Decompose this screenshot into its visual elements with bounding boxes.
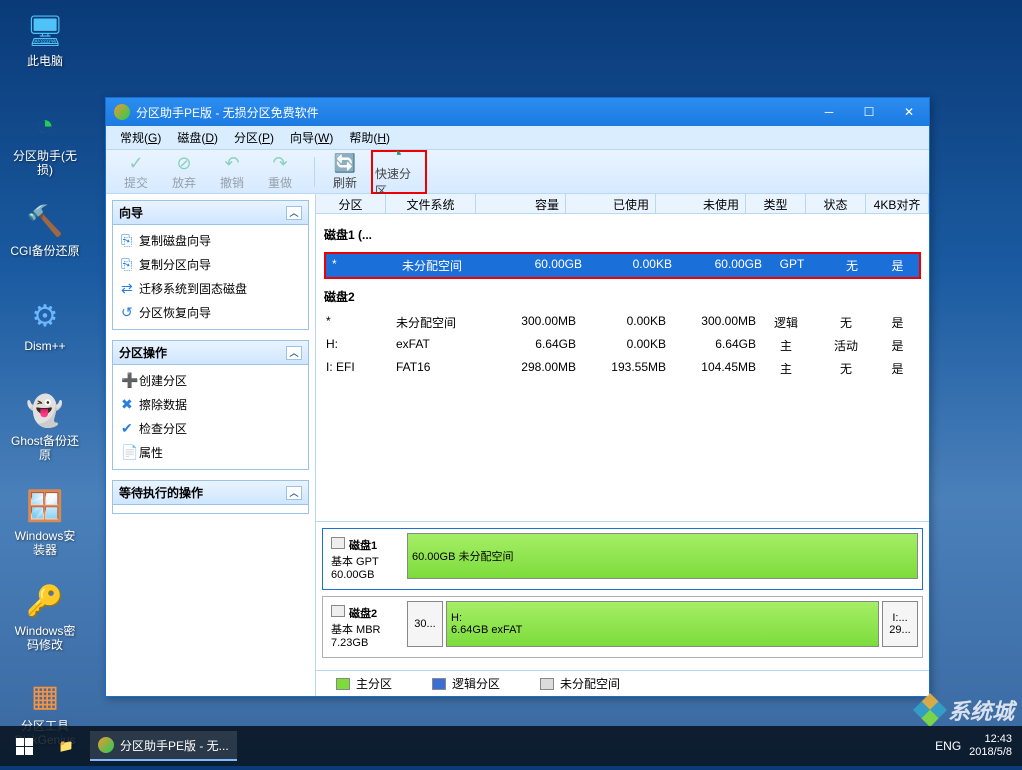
partition-segment[interactable]: 60.00GB 未分配空间	[407, 533, 918, 579]
toolbar-提交: ✓提交	[114, 152, 158, 192]
desktop-icon[interactable]: 🔨CGI备份还原	[10, 200, 80, 285]
close-button[interactable]: ✕	[889, 98, 929, 126]
toolbar-刷新[interactable]: 🔄刷新	[323, 152, 367, 192]
desktop-icon[interactable]: ◔分区助手(无 损)	[10, 105, 80, 190]
panel-item[interactable]: ✔检查分区	[117, 417, 304, 441]
desktop-icon[interactable]: 👻Ghost备份还 原	[10, 390, 80, 475]
clock[interactable]: 12:43 2018/5/8	[969, 733, 1012, 759]
taskbar-task[interactable]: 分区助手PE版 - 无...	[90, 731, 237, 761]
maximize-button[interactable]: ☐	[849, 98, 889, 126]
column-header[interactable]: 已使用	[566, 194, 656, 213]
panel-item[interactable]: ➕创建分区	[117, 369, 304, 393]
menu-G[interactable]: 常规(G)	[112, 126, 169, 149]
start-button[interactable]	[0, 726, 48, 766]
menu-P[interactable]: 分区(P)	[226, 126, 282, 149]
minimize-button[interactable]: ─	[809, 98, 849, 126]
desktop-icon[interactable]: 🪟Windows安 装器	[10, 485, 80, 570]
disk-visual: 磁盘1基本 GPT60.00GB60.00GB 未分配空间磁盘2基本 MBR7.…	[316, 521, 929, 670]
watermark: 系统城	[918, 694, 1014, 726]
ime-indicator[interactable]: ENG	[935, 739, 961, 753]
table-row[interactable]: H:exFAT6.64GB0.00KB6.64GB主活动是	[320, 334, 925, 357]
panel-item[interactable]: ✖擦除数据	[117, 393, 304, 417]
panel-header[interactable]: 分区操作︿	[113, 341, 308, 365]
legend-item: 主分区	[336, 675, 392, 692]
column-header[interactable]: 未使用	[656, 194, 746, 213]
disk-visual-box[interactable]: 磁盘2基本 MBR7.23GB30...H:6.64GB exFATI:...2…	[322, 596, 923, 658]
table-row[interactable]: *未分配空间300.00MB0.00KB300.00MB逻辑无是	[320, 311, 925, 334]
taskbar: 📁 分区助手PE版 - 无... ENG 12:43 2018/5/8	[0, 726, 1022, 766]
toolbar-快速分区[interactable]: ◔快速分区	[375, 152, 419, 192]
collapse-icon[interactable]: ︿	[286, 346, 302, 360]
panel-item[interactable]: ⇄迁移系统到固态磁盘	[117, 277, 304, 301]
disk-visual-box[interactable]: 磁盘1基本 GPT60.00GB60.00GB 未分配空间	[322, 528, 923, 590]
partition-segment[interactable]: H:6.64GB exFAT	[446, 601, 879, 647]
legend-item: 逻辑分区	[432, 675, 500, 692]
panel-item[interactable]: ⎘复制磁盘向导	[117, 229, 304, 253]
desktop-icon[interactable]: ⚙Dism++	[10, 295, 80, 380]
column-header[interactable]: 容量	[476, 194, 566, 213]
table-row[interactable]: *未分配空间60.00GB0.00KB60.00GBGPT无是	[326, 254, 919, 277]
menu-bar: 常规(G)磁盘(D)分区(P)向导(W)帮助(H)	[106, 126, 929, 150]
table-row[interactable]: I: EFIFAT16298.00MB193.55MB104.45MB主无是	[320, 357, 925, 380]
partition-table-header: 分区文件系统容量已使用未使用类型状态4KB对齐	[316, 194, 929, 214]
taskbar-pin-explorer[interactable]: 📁	[48, 728, 84, 764]
partition-segment[interactable]: 30...	[407, 601, 443, 647]
left-sidebar: 向导︿ ⎘复制磁盘向导⎘复制分区向导⇄迁移系统到固态磁盘↺分区恢复向导分区操作︿ ➕…	[106, 194, 316, 696]
column-header[interactable]: 分区	[316, 194, 386, 213]
legend-item: 未分配空间	[540, 675, 620, 692]
toolbar-重做: ↷重做	[258, 152, 302, 192]
menu-H[interactable]: 帮助(H)	[341, 126, 398, 149]
panel-header[interactable]: 向导︿	[113, 201, 308, 225]
toolbar-撤销: ↶撤销	[210, 152, 254, 192]
column-header[interactable]: 文件系统	[386, 194, 476, 213]
partition-table: 磁盘1 (... *未分配空间60.00GB0.00KB60.00GBGPT无是磁…	[316, 214, 929, 521]
disk-label[interactable]: 磁盘1 (...	[320, 220, 925, 249]
partition-assistant-window: 分区助手PE版 - 无损分区免费软件 ─ ☐ ✕ 常规(G)磁盘(D)分区(P)…	[105, 97, 930, 697]
toolbar-放弃: ⊘放弃	[162, 152, 206, 192]
collapse-icon[interactable]: ︿	[286, 486, 302, 500]
window-title: 分区助手PE版 - 无损分区免费软件	[136, 104, 809, 121]
titlebar[interactable]: 分区助手PE版 - 无损分区免费软件 ─ ☐ ✕	[106, 98, 929, 126]
panel-item[interactable]: 📄属性	[117, 441, 304, 465]
desktop-icon[interactable]: 🔑Windows密 码修改	[10, 580, 80, 665]
disk-label[interactable]: 磁盘2	[320, 282, 925, 311]
column-header[interactable]: 4KB对齐	[866, 194, 929, 213]
menu-W[interactable]: 向导(W)	[282, 126, 341, 149]
desktop-icon[interactable]: 🖥此电脑	[10, 10, 80, 95]
column-header[interactable]: 类型	[746, 194, 806, 213]
toolbar: ✓提交⊘放弃↶撤销↷重做 🔄刷新◔快速分区	[106, 150, 929, 194]
panel-item[interactable]: ↺分区恢复向导	[117, 301, 304, 325]
menu-D[interactable]: 磁盘(D)	[169, 126, 226, 149]
column-header[interactable]: 状态	[806, 194, 866, 213]
collapse-icon[interactable]: ︿	[286, 206, 302, 220]
panel-item[interactable]: ⎘复制分区向导	[117, 253, 304, 277]
legend: 主分区 逻辑分区 未分配空间	[316, 670, 929, 696]
partition-segment[interactable]: I:...29...	[882, 601, 918, 647]
panel-header[interactable]: 等待执行的操作︿	[113, 481, 308, 505]
app-icon	[114, 104, 130, 120]
